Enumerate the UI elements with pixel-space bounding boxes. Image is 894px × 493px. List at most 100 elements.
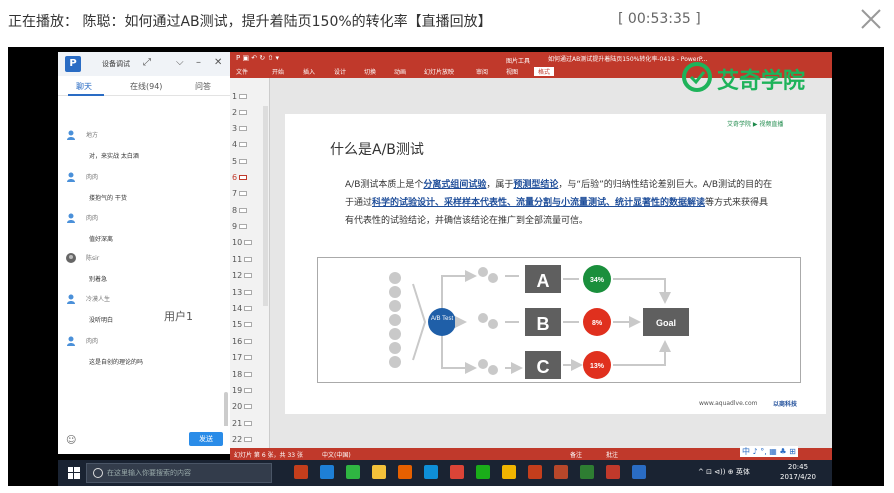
powerpoint-app-icon[interactable]: [294, 465, 308, 479]
system-tray[interactable]: ^ ⊡ ⊲)) ⊕ 英体: [698, 467, 750, 477]
expand-icon[interactable]: ⤢: [143, 57, 151, 68]
tab-qa[interactable]: 问答: [195, 81, 211, 92]
notes-button[interactable]: 备注: [570, 450, 582, 459]
firefox-icon[interactable]: [398, 465, 412, 479]
thumbnail-scrollbar[interactable]: [263, 106, 268, 306]
slide-thumb[interactable]: 3: [232, 124, 248, 133]
slide-thumb[interactable]: 18: [232, 370, 253, 379]
chevron-down-icon[interactable]: ⌵: [176, 57, 184, 68]
host-avatar-icon: [66, 253, 76, 263]
app-icon[interactable]: [424, 465, 438, 479]
clock-time: 20:45: [787, 463, 809, 471]
quick-access-icons[interactable]: P ▣ ↶ ↻ ⇧ ▾: [236, 54, 279, 62]
chrome-icon[interactable]: [502, 465, 516, 479]
tab-review[interactable]: 审阅: [476, 67, 488, 76]
slide[interactable]: 艾奇学院 ▶ 视频直播 什么是A/B测试 A/B测试本质上是个分离式组间试验，属…: [285, 114, 826, 414]
tab-view[interactable]: 视图: [506, 67, 518, 76]
variant-b-label: B: [537, 314, 550, 334]
ime-toolbar[interactable]: 中 ♪ °, ▦ ♣ ⊞: [740, 446, 798, 457]
slide-canvas: 艾奇学院 ▶ 视频直播 什么是A/B测试 A/B测试本质上是个分离式组间试验，属…: [270, 78, 832, 448]
slide-thumb[interactable]: 4: [232, 140, 248, 149]
app-icon[interactable]: [606, 465, 620, 479]
slide-paragraph: A/B测试本质上是个分离式组间试验，属于预测型结论，与“后验”的归纳性结论差别巨…: [345, 180, 773, 226]
slide-counter: 幻灯片 第 6 张，共 33 张: [234, 452, 303, 459]
tab-format[interactable]: 格式: [534, 67, 555, 76]
slide-thumb[interactable]: 20: [232, 402, 253, 411]
taskbar-search[interactable]: 在这里输入你要搜索的内容: [86, 463, 272, 483]
close-icon[interactable]: [858, 6, 884, 32]
brand-name: 艾奇学院: [717, 69, 806, 94]
message-author: 陈sir: [86, 255, 100, 262]
message-author: 地方: [86, 132, 99, 139]
message-text: 搂抱气的 干货: [89, 195, 127, 202]
tab-transitions[interactable]: 切换: [364, 67, 376, 76]
slide-thumb[interactable]: 22: [232, 435, 253, 444]
search-placeholder: 在这里输入你要搜索的内容: [107, 469, 191, 477]
picture-tools-label: 图片工具: [506, 58, 531, 65]
app-icon[interactable]: [476, 465, 490, 479]
slide-thumb[interactable]: 7: [232, 189, 248, 198]
slide-thumb[interactable]: 15: [232, 320, 253, 329]
clock-date: 2017/4/20: [780, 473, 816, 481]
minimize-icon[interactable]: –: [196, 57, 201, 68]
chat-window-title: 设备调试: [102, 60, 130, 68]
wechat-icon[interactable]: [346, 465, 360, 479]
user-avatar-icon: [67, 336, 75, 346]
user-avatar-icon: [67, 172, 75, 182]
folder-icon[interactable]: [372, 465, 386, 479]
slide-thumb[interactable]: 13: [232, 288, 253, 297]
tab-file[interactable]: 文件: [236, 67, 248, 76]
tab-slideshow[interactable]: 幻灯片放映: [424, 67, 454, 76]
slide-thumb[interactable]: 5: [232, 157, 248, 166]
slide-thumb[interactable]: 9: [232, 222, 248, 231]
live-app-icon[interactable]: [632, 465, 646, 479]
brand-logo-icon: [682, 62, 712, 92]
close-chat-icon[interactable]: ✕: [214, 57, 222, 68]
slide-thumb[interactable]: 2: [232, 108, 248, 117]
tab-home[interactable]: 开始: [272, 67, 284, 76]
send-button[interactable]: 发送: [189, 432, 223, 446]
message-text: 值好深离: [89, 236, 114, 243]
message-text: 没听明白: [89, 317, 114, 324]
tab-animations[interactable]: 动画: [394, 67, 406, 76]
tab-design[interactable]: 设计: [334, 67, 346, 76]
user-avatar-icon: [67, 294, 75, 304]
slide-thumbnails: 1 2 3 4 5 6 7 8 9 10 11 12 13 14 15 16 1…: [230, 78, 270, 448]
comments-button[interactable]: 批注: [606, 450, 618, 459]
slide-thumb[interactable]: 11: [232, 255, 253, 264]
ab-test-label: A/B Test: [431, 316, 454, 322]
tab-chat[interactable]: 聊天: [76, 81, 92, 92]
cortana-icon: [93, 468, 103, 478]
message-text: 对，来实战 太白酒: [89, 153, 139, 160]
chat-titlebar: P 设备调试 ⤢ ⌵ – ✕: [58, 52, 230, 76]
tab-insert[interactable]: 插入: [303, 67, 315, 76]
tab-online[interactable]: 在线(94): [130, 81, 162, 92]
slide-thumb-selected[interactable]: 6: [232, 173, 248, 182]
people-stack-icon: [389, 272, 401, 368]
slide-thumb[interactable]: 19: [232, 386, 253, 395]
powerpoint-app-icon[interactable]: [528, 465, 542, 479]
slide-thumb[interactable]: 16: [232, 337, 253, 346]
slide-thumb[interactable]: 21: [232, 419, 253, 428]
slide-thumb[interactable]: 14: [232, 304, 253, 313]
brand-logo: 艾奇学院: [681, 61, 831, 97]
windows-start-icon[interactable]: [68, 467, 80, 479]
message-list: 地方 对，来实战 太白酒 肉肉 搂抱气的 干货 肉肉 值好深离 陈sir 别着急…: [58, 96, 230, 438]
slide-thumb[interactable]: 8: [232, 206, 248, 215]
app-icon[interactable]: [580, 465, 594, 479]
slide-thumb[interactable]: 10: [232, 238, 253, 247]
slide-thumb[interactable]: 12: [232, 271, 253, 280]
app-icon[interactable]: [554, 465, 568, 479]
taskbar-clock[interactable]: 20:45 2017/4/20: [780, 462, 816, 482]
chat-panel: P 设备调试 ⤢ ⌵ – ✕ 聊天 在线(94) 问答 地方 对，来实战 太白酒…: [58, 52, 230, 454]
player-header: 正在播放： 陈聪：如何通过AB测试，提升着陆页150%的转化率【直播回放】 [ …: [0, 0, 894, 42]
slide-thumb[interactable]: 1: [232, 92, 248, 101]
emoji-icon[interactable]: ☺: [66, 435, 76, 446]
powerpoint-window: P ▣ ↶ ↻ ⇧ ▾ 如何通过AB测试提升着陆页150%转化率-0418 - …: [230, 52, 832, 460]
chat-input-bar: ☺ 发送: [58, 426, 230, 454]
slide-thumb[interactable]: 17: [232, 353, 253, 362]
user-watermark: 用户1: [164, 310, 193, 323]
app-icon[interactable]: [450, 465, 464, 479]
edge-browser-icon[interactable]: [320, 465, 334, 479]
rate-a-label: 34%: [590, 277, 605, 284]
